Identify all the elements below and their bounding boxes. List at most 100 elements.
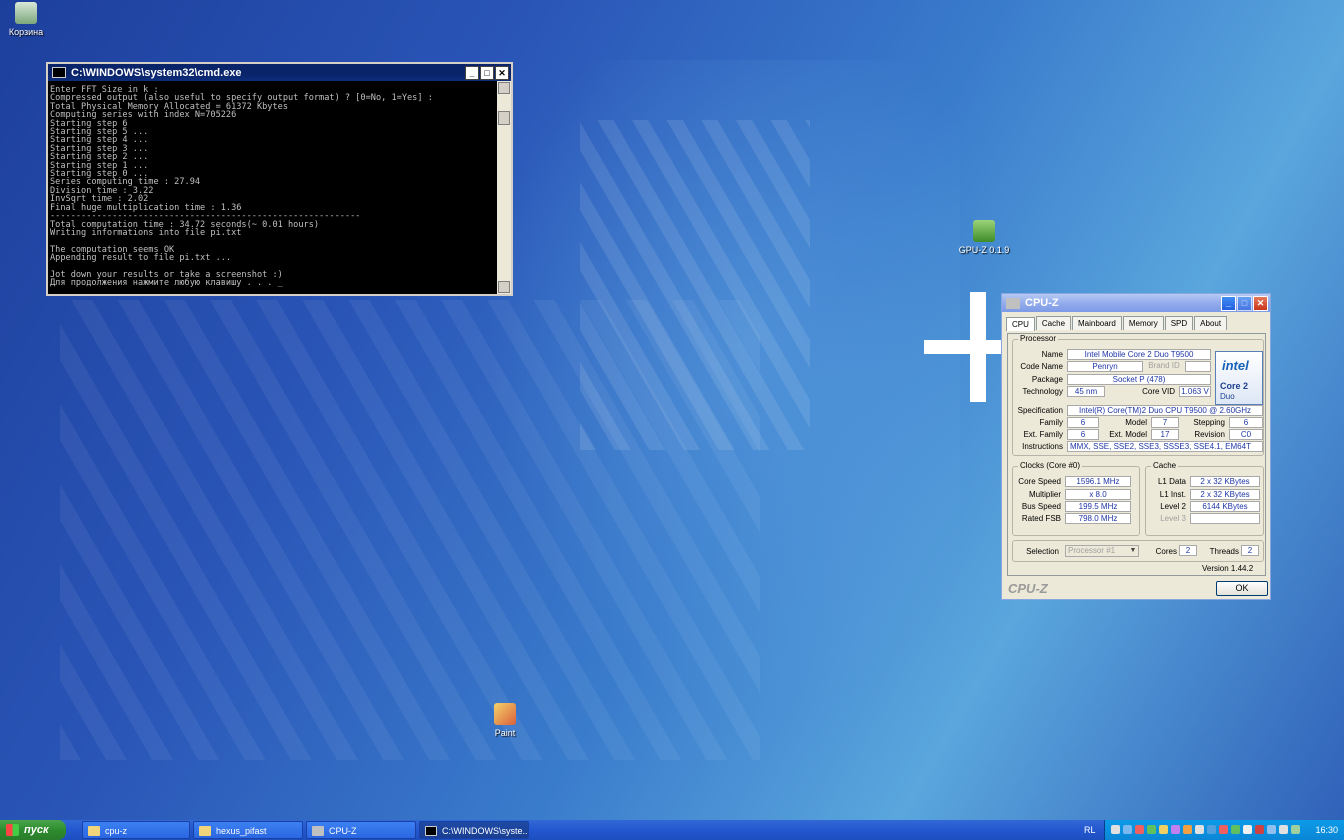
selection-label: Selection (1026, 547, 1059, 556)
tab-memory[interactable]: Memory (1122, 316, 1164, 330)
instructions-value: MMX, SSE, SSE2, SSE3, SSSE3, SSE4.1, EM6… (1067, 441, 1263, 452)
processor-select[interactable]: Processor #1 ▼ (1065, 545, 1139, 557)
tray-icon[interactable] (1123, 825, 1132, 834)
cpuz-footer-logo: CPU-Z (1008, 581, 1048, 596)
tray-icon[interactable] (1159, 825, 1168, 834)
l1inst-label: L1 Inst. (1159, 490, 1186, 499)
tray-icon[interactable] (1183, 825, 1192, 834)
desktop-icon-label: Корзина (8, 27, 44, 37)
tray-icon[interactable] (1219, 825, 1228, 834)
tab-about[interactable]: About (1194, 316, 1228, 330)
windows-flag-icon (6, 824, 19, 836)
start-label: пуск (24, 824, 49, 836)
taskbar-item-cmd[interactable]: C:\WINDOWS\syste... (419, 821, 529, 839)
tray-icon[interactable] (1279, 825, 1288, 834)
cpuz-titlebar[interactable]: CPU-Z _ □ ✕ (1002, 294, 1270, 312)
tray-icon[interactable] (1231, 825, 1240, 834)
cmd-titlebar[interactable]: C:\WINDOWS\system32\cmd.exe _ □ ✕ (48, 64, 511, 81)
minimize-button[interactable]: _ (465, 65, 479, 80)
taskbar-item-hexus-folder[interactable]: hexus_pifast (193, 821, 303, 839)
wallpaper-cross-bar (924, 340, 1002, 354)
scroll-thumb[interactable] (498, 111, 510, 125)
ratedfsb-value: 798.0 MHz (1065, 513, 1131, 524)
taskbar-item-label: C:\WINDOWS\syste... (442, 826, 529, 836)
revision-value: C0 (1229, 429, 1263, 440)
cpu-tab-panel: Processor Name Intel Mobile Core 2 Duo T… (1007, 333, 1266, 576)
extfamily-value: 6 (1067, 429, 1099, 440)
group-title: Clocks (Core #0) (1018, 461, 1083, 470)
console-output[interactable]: Enter FFT Size in k : Compressed output (… (48, 81, 497, 294)
cmd-scrollbar[interactable] (497, 81, 511, 294)
tray-icon[interactable] (1111, 825, 1120, 834)
codename-value: Penryn (1067, 361, 1143, 372)
taskbar-item-cpuz-folder[interactable]: cpu-z (82, 821, 190, 839)
cpuz-title: CPU-Z (1025, 297, 1059, 309)
language-indicator[interactable]: RL (1084, 820, 1096, 840)
desktop-icon-paint[interactable]: Paint (470, 703, 540, 738)
recycle-bin-icon (15, 2, 37, 24)
l1inst-value: 2 x 32 KBytes (1190, 489, 1260, 500)
tray-icon[interactable] (1147, 825, 1156, 834)
scroll-down-button[interactable] (498, 281, 510, 293)
corevid-value: 1.063 V (1179, 386, 1211, 397)
tab-spd[interactable]: SPD (1164, 316, 1194, 330)
ok-button[interactable]: OK (1216, 581, 1268, 596)
revision-label: Revision (1194, 430, 1225, 439)
taskbar-item-label: cpu-z (105, 826, 128, 836)
technology-label: Technology (1022, 387, 1063, 396)
tray-icon[interactable] (1135, 825, 1144, 834)
taskbar-item-label: CPU-Z (329, 826, 357, 836)
wallpaper-pattern-2 (580, 120, 810, 450)
folder-icon (88, 826, 100, 836)
console-line: Writing informations into file pi.txt (50, 227, 242, 238)
level3-label: Level 3 (1160, 514, 1186, 523)
gpuz-icon (973, 220, 995, 242)
tray-icon[interactable] (1207, 825, 1216, 834)
console-line: Для продолжения нажмите любую клавишу . … (50, 278, 283, 289)
maximize-button[interactable]: □ (1237, 295, 1252, 311)
tab-cpu[interactable]: CPU (1006, 317, 1035, 331)
family-label: Family (1039, 418, 1063, 427)
tray-icon[interactable] (1195, 825, 1204, 834)
instructions-label: Instructions (1022, 442, 1063, 451)
cpuz-tabs: CPU Cache Mainboard Memory SPD About (1002, 312, 1270, 331)
tab-mainboard[interactable]: Mainboard (1072, 316, 1122, 330)
cores-label: Cores (1155, 547, 1177, 556)
selection-group: Selection Processor #1 ▼ Cores 2 Threads… (1012, 540, 1264, 562)
multiplier-label: Multiplier (1028, 490, 1061, 499)
tray-icon[interactable] (1267, 825, 1276, 834)
desktop-icon-recycle-bin[interactable]: Корзина (0, 2, 61, 37)
maximize-button[interactable]: □ (480, 65, 494, 80)
close-button[interactable]: ✕ (495, 65, 509, 80)
corespeed-label: Core Speed (1018, 477, 1061, 486)
cmd-icon (52, 67, 66, 78)
threads-label: Threads (1209, 547, 1239, 556)
close-button[interactable]: ✕ (1253, 295, 1268, 311)
clock[interactable]: 16:30 (1315, 820, 1338, 840)
cpuz-window[interactable]: CPU-Z _ □ ✕ CPU Cache Mainboard Memory S… (1001, 293, 1271, 600)
tray-icon[interactable] (1171, 825, 1180, 834)
cmd-window[interactable]: C:\WINDOWS\system32\cmd.exe _ □ ✕ Enter … (46, 62, 513, 296)
stepping-value: 6 (1229, 417, 1263, 428)
minimize-button[interactable]: _ (1221, 295, 1236, 311)
start-button[interactable]: пуск (0, 820, 66, 840)
taskbar-item-cpuz[interactable]: CPU-Z (306, 821, 416, 839)
tab-cache[interactable]: Cache (1035, 316, 1072, 330)
tray-icon[interactable] (1243, 825, 1252, 834)
cmd-icon (425, 826, 437, 836)
technology-value: 45 nm (1067, 386, 1105, 397)
intel-core2duo-logo: intel Core 2 Duo (1215, 351, 1263, 405)
group-title: Processor (1018, 334, 1059, 343)
logo-brand: intel (1222, 358, 1249, 373)
processor-select-value: Processor #1 (1068, 546, 1116, 555)
model-value: 7 (1151, 417, 1179, 428)
taskbar-item-label: hexus_pifast (216, 826, 267, 836)
level3-value (1190, 513, 1260, 524)
desktop-icon-gpuz[interactable]: GPU-Z 0.1.9 (949, 220, 1019, 255)
cpuz-icon (1006, 297, 1020, 309)
clocks-group: Clocks (Core #0) Core Speed 1596.1 MHz M… (1012, 461, 1140, 536)
tray-icon[interactable] (1291, 825, 1300, 834)
scroll-up-button[interactable] (498, 82, 510, 94)
group-title: Cache (1151, 461, 1179, 470)
tray-icon[interactable] (1255, 825, 1264, 834)
